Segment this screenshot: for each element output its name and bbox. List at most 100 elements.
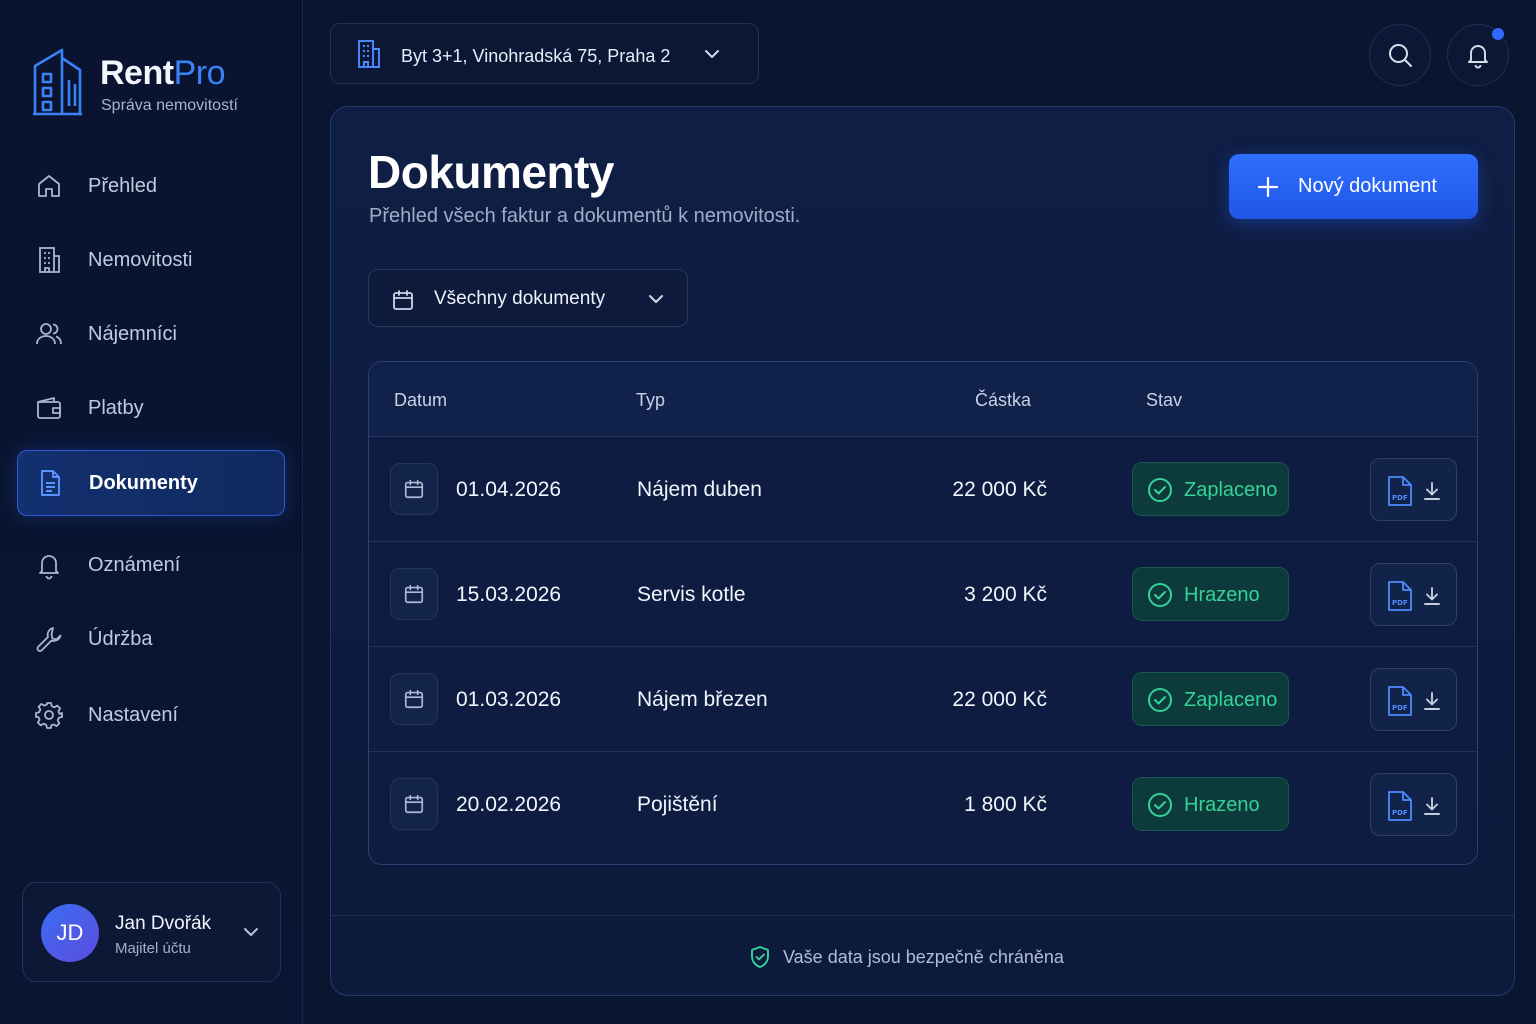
download-pdf-button[interactable]: PDF [1370,668,1457,731]
sidebar-item-udrzba[interactable]: Údržba [17,606,285,672]
page-subtitle: Přehled všech faktur a dokumentů k nemov… [369,205,801,227]
footer-divider [331,915,1514,916]
wrench-icon [36,627,62,652]
table-row[interactable]: 20.02.2026 Pojištění 1 800 Kč Hrazeno PD… [369,752,1477,857]
search-icon [1389,44,1412,67]
security-note: Vaše data jsou bezpečně chráněna [749,945,1064,969]
status-label: Zaplaceno [1184,479,1278,501]
row-date: 01.03.2026 [456,688,562,711]
logo-building-icon [33,48,82,116]
sidebar-item-label: Údržba [88,627,153,650]
column-header-stav[interactable]: Stav [1146,390,1182,411]
documents-table: Datum Typ Částka Stav 01.04.2026 Nájem d… [368,361,1478,865]
user-role: Majitel účtu [115,940,191,957]
sidebar-item-label: Nájemníci [88,322,177,345]
row-amount: 3 200 Kč [964,583,1047,606]
sidebar: RentPro Správa nemovitostí Přehled Nemov… [0,0,303,1024]
bell-icon [39,555,59,580]
app-logo[interactable]: RentPro Správa nemovitostí [32,44,292,124]
status-badge: Zaplaceno [1132,462,1289,516]
calendar-icon [404,689,424,709]
calendar-icon-box [390,568,438,620]
brand-tagline: Správa nemovitostí [101,97,238,114]
sidebar-item-label: Přehled [88,174,157,197]
row-amount: 22 000 Kč [952,478,1047,501]
row-date: 01.04.2026 [456,478,562,501]
row-date: 20.02.2026 [456,793,562,816]
svg-text:PDF: PDF [1392,599,1408,607]
download-pdf-button[interactable]: PDF [1370,773,1457,836]
calendar-icon-box [390,463,438,515]
notification-dot [1492,28,1504,40]
sidebar-item-platby[interactable]: Platby [17,375,285,441]
download-icon [1424,587,1440,605]
column-header-datum[interactable]: Datum [394,390,447,411]
shield-check-icon [751,946,769,968]
status-label: Hrazeno [1184,584,1260,606]
page-title: Dokumenty [368,146,614,198]
avatar: JD [41,904,99,962]
row-date: 15.03.2026 [456,583,562,606]
calendar-icon [393,290,413,310]
document-icon [41,470,60,496]
pdf-file-icon: PDF [1388,476,1412,506]
check-circle-icon [1148,793,1172,817]
column-header-typ[interactable]: Typ [636,390,665,411]
calendar-icon-box [390,673,438,725]
sidebar-item-dokumenty[interactable]: Dokumenty [17,450,285,516]
pdf-file-icon: PDF [1388,686,1412,716]
download-icon [1424,797,1440,815]
sidebar-item-nastaveni[interactable]: Nastavení [17,682,285,748]
sidebar-item-label: Oznámení [88,553,181,576]
search-button[interactable] [1369,24,1431,86]
download-icon [1424,482,1440,500]
status-label: Zaplaceno [1184,689,1278,711]
notifications-button[interactable] [1447,24,1509,86]
calendar-icon [404,479,424,499]
table-row[interactable]: 01.04.2026 Nájem duben 22 000 Kč Zaplace… [369,437,1477,542]
calendar-icon [404,794,424,814]
row-type: Pojištění [637,793,718,816]
table-row[interactable]: 01.03.2026 Nájem březen 22 000 Kč Zaplac… [369,647,1477,752]
property-selector[interactable]: Byt 3+1, Vinohradská 75, Praha 2 [330,23,759,84]
users-icon [36,323,62,345]
download-pdf-button[interactable]: PDF [1370,458,1457,521]
building-icon [358,40,380,68]
sidebar-item-label: Platby [88,396,144,419]
svg-text:PDF: PDF [1392,809,1408,817]
status-label: Hrazeno [1184,794,1260,816]
column-header-castka[interactable]: Částka [975,390,1031,411]
bell-icon [1468,45,1488,69]
property-name: Byt 3+1, Vinohradská 75, Praha 2 [401,46,671,66]
status-badge: Hrazeno [1132,567,1289,621]
user-name: Jan Dvořák [115,913,212,934]
pdf-file-icon: PDF [1388,581,1412,611]
sidebar-item-najemnici[interactable]: Nájemníci [17,301,285,367]
download-pdf-button[interactable]: PDF [1370,563,1457,626]
user-menu[interactable]: JD Jan Dvořák Majitel účtu [22,882,281,982]
row-type: Nájem duben [637,478,762,501]
check-circle-icon [1148,583,1172,607]
sidebar-item-oznameni[interactable]: Oznámení [17,532,285,598]
row-type: Nájem březen [637,688,768,711]
sidebar-item-nemovitosti[interactable]: Nemovitosti [17,227,285,293]
check-circle-icon [1148,478,1172,502]
check-circle-icon [1148,688,1172,712]
row-type: Servis kotle [637,583,746,606]
status-badge: Hrazeno [1132,777,1289,831]
calendar-icon [404,584,424,604]
chevron-down-icon [244,928,258,936]
document-filter-select[interactable]: Všechny dokumenty [368,269,688,327]
svg-text:PDF: PDF [1392,704,1408,712]
security-note-label: Vaše data jsou bezpečně chráněna [783,946,1064,967]
sidebar-item-label: Nemovitosti [88,248,193,271]
plus-icon [1257,176,1279,198]
svg-text:PDF: PDF [1392,494,1408,502]
row-amount: 1 800 Kč [964,793,1047,816]
sidebar-item-prehled[interactable]: Přehled [17,153,285,219]
home-icon [38,175,60,197]
table-row[interactable]: 15.03.2026 Servis kotle 3 200 Kč Hrazeno… [369,542,1477,647]
documents-panel: Dokumenty Přehled všech faktur a dokumen… [330,106,1515,996]
row-amount: 22 000 Kč [952,688,1047,711]
new-document-button[interactable]: Nový dokument [1229,154,1478,219]
